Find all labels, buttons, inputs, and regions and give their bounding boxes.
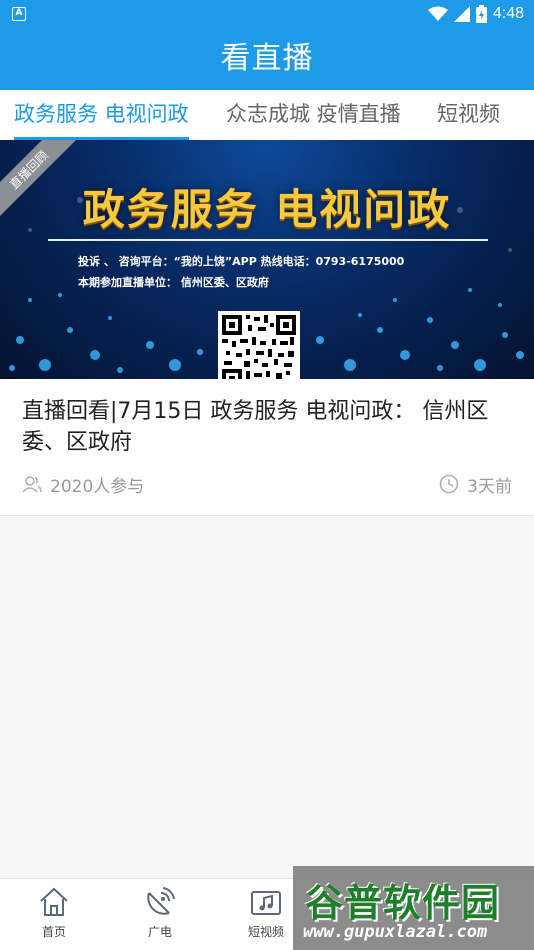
watermark-url: www.gupuxlazal.com [303, 922, 488, 942]
status-bar: A 4:48 [0, 0, 534, 28]
publish-time-text: 3天前 [467, 476, 512, 497]
qr-code [218, 311, 300, 379]
site-watermark: 谷普软件园 www.gupuxlazal.com [293, 866, 534, 950]
video-title[interactable]: 直播回看|7月15日 政务服务 电视问政： 信州区委、区政府 [22, 396, 514, 458]
people-icon [22, 476, 42, 493]
nav-broadcast[interactable]: 广电 [120, 885, 200, 947]
app-bar: 看直播 [0, 28, 534, 90]
tab-epidemic-live[interactable]: 众志成城 疫情直播 [226, 90, 401, 140]
publish-time: 3天前 [439, 472, 512, 497]
page-title: 看直播 [220, 41, 314, 76]
banner-divider [48, 239, 488, 241]
battery-icon [475, 5, 487, 23]
nav-home[interactable]: 首页 [14, 885, 94, 947]
channel-tabs: 政务服务 电视问政 众志成城 疫情直播 短视频 [0, 90, 534, 140]
nav-home-label: 首页 [41, 925, 66, 939]
nav-broadcast-label: 广电 [147, 925, 172, 939]
clock-icon [439, 474, 459, 494]
notification-app-icon: A [12, 7, 26, 21]
participant-count: 2020人参与 [22, 472, 145, 497]
music-video-icon [251, 891, 281, 915]
tab-short-video[interactable]: 短视频 [437, 90, 500, 140]
status-icons: 4:48 [427, 4, 524, 24]
video-thumbnail[interactable]: 直播回顾 政务服务 电视问政 投诉 、 咨询平台：“我的上饶”APP 热线电话：… [0, 140, 534, 379]
watermark-brand: 谷普软件园 [305, 881, 501, 925]
banner-contact-info: 投诉 、 咨询平台：“我的上饶”APP 热线电话：0793-6175000 [78, 255, 405, 268]
wifi-icon [427, 6, 448, 21]
home-icon [40, 887, 68, 916]
participant-count-text: 2020人参与 [50, 476, 145, 497]
cell-signal-icon [453, 6, 470, 22]
video-card[interactable]: 直播回顾 政务服务 电视问政 投诉 、 咨询平台：“我的上饶”APP 热线电话：… [0, 140, 534, 516]
banner-participant-unit: 本期参加直播单位： 信州区委、区政府 [78, 276, 269, 289]
banner-headline: 政务服务 电视问政 [82, 185, 452, 234]
clock: 4:48 [492, 5, 524, 22]
satellite-dish-icon [147, 887, 175, 915]
tab-gov-service[interactable]: 政务服务 电视问政 [14, 90, 189, 140]
